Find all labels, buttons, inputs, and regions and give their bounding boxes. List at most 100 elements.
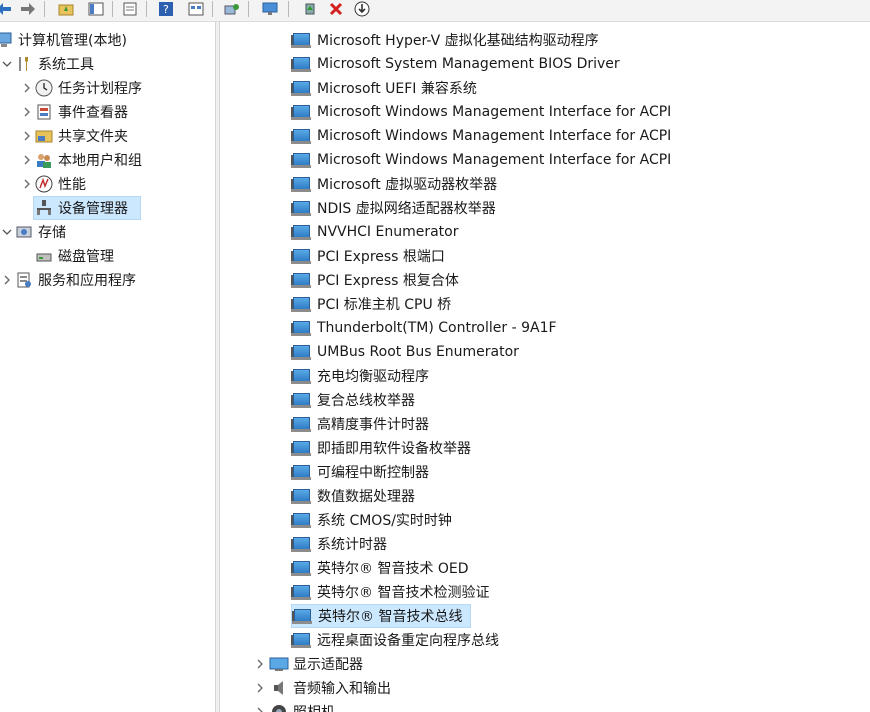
device-item[interactable]: Microsoft UEFI 兼容系统 <box>291 76 477 100</box>
monitor-icon[interactable] <box>260 0 280 18</box>
update-driver-icon[interactable] <box>300 0 320 18</box>
tree-item-storage[interactable]: 存储 <box>0 220 66 244</box>
device-label: 系统计时器 <box>317 537 387 553</box>
back-arrow-icon[interactable] <box>0 0 14 18</box>
tree-item-event-viewer[interactable]: 事件查看器 <box>20 100 128 124</box>
tree-item-task-scheduler[interactable]: 任务计划程序 <box>20 76 142 100</box>
device-item[interactable]: 系统 CMOS/实时时钟 <box>291 508 452 532</box>
users-icon <box>34 150 54 170</box>
tree-item-computer-management[interactable]: 计算机管理(本地) <box>0 28 127 52</box>
device-item[interactable]: 远程桌面设备重定向程序总线 <box>291 628 499 652</box>
device-label: NVVHCI Enumerator <box>317 224 459 240</box>
device-item[interactable]: 充电均衡驱动程序 <box>291 364 429 388</box>
category-cameras[interactable]: 照相机 <box>253 700 335 712</box>
system-device-icon <box>291 199 311 217</box>
device-label: Microsoft 虚拟驱动器枚举器 <box>317 177 498 193</box>
device-label: UMBus Root Bus Enumerator <box>317 344 519 360</box>
shared-folder-icon <box>34 126 54 146</box>
tree-label: 性能 <box>58 177 86 193</box>
chevron-right-icon[interactable] <box>0 268 14 292</box>
chevron-right-icon[interactable] <box>20 148 34 172</box>
device-label: 即插即用软件设备枚举器 <box>317 441 471 457</box>
performance-icon <box>34 174 54 194</box>
device-label: Microsoft Windows Management Interface f… <box>317 152 672 168</box>
device-label: 系统 CMOS/实时时钟 <box>317 513 452 529</box>
uninstall-x-icon[interactable] <box>326 0 346 18</box>
chevron-right-icon[interactable] <box>20 76 34 100</box>
system-device-icon <box>291 463 311 481</box>
device-item[interactable]: Microsoft System Management BIOS Driver <box>291 52 620 76</box>
tree-item-system-tools[interactable]: 系统工具 <box>0 52 94 76</box>
device-manager-icon <box>34 198 54 218</box>
system-device-icon <box>291 127 311 145</box>
tree-item-services-apps[interactable]: 服务和应用程序 <box>0 268 136 292</box>
device-item[interactable]: PCI Express 根复合体 <box>291 268 459 292</box>
device-item[interactable]: Microsoft Windows Management Interface f… <box>291 100 671 124</box>
chevron-right-icon[interactable] <box>253 676 267 700</box>
device-item[interactable]: PCI 标准主机 CPU 桥 <box>291 292 451 316</box>
category-audio-io[interactable]: 音频输入和输出 <box>253 676 391 700</box>
device-item[interactable]: 系统计时器 <box>291 532 387 556</box>
storage-icon <box>14 222 34 242</box>
tree-item-shared-folders[interactable]: 共享文件夹 <box>20 124 128 148</box>
device-item[interactable]: Microsoft Hyper-V 虚拟化基础结构驱动程序 <box>291 28 599 52</box>
device-item[interactable]: 英特尔® 智音技术检测验证 <box>291 580 489 604</box>
device-item[interactable]: 可编程中断控制器 <box>291 460 429 484</box>
chevron-right-icon[interactable] <box>253 652 267 676</box>
tree-label: 设备管理器 <box>58 201 128 217</box>
services-icon <box>14 270 34 290</box>
up-folder-icon[interactable] <box>56 0 76 18</box>
system-device-icon <box>291 415 311 433</box>
device-label: 高精度事件计时器 <box>317 417 429 433</box>
computer-icon <box>0 30 14 50</box>
system-device-icon <box>291 319 311 337</box>
device-label: 充电均衡驱动程序 <box>317 369 429 385</box>
device-item[interactable]: 复合总线枚举器 <box>291 388 415 412</box>
tree-item-device-manager[interactable]: 设备管理器 <box>33 196 141 220</box>
pane-splitter[interactable] <box>216 22 220 712</box>
system-device-icon <box>291 583 311 601</box>
chevron-right-icon[interactable] <box>20 100 34 124</box>
chevron-right-icon[interactable] <box>253 700 267 712</box>
show-hide-tree-icon[interactable] <box>86 0 106 18</box>
tree-label: 系统工具 <box>38 57 94 73</box>
category-display-adapters[interactable]: 显示适配器 <box>253 652 363 676</box>
system-device-icon <box>291 79 311 97</box>
category-label: 音频输入和输出 <box>293 681 391 697</box>
device-item[interactable]: Thunderbolt(TM) Controller - 9A1F <box>291 316 557 340</box>
system-device-icon <box>291 223 311 241</box>
device-item[interactable]: NDIS 虚拟网络适配器枚举器 <box>291 196 496 220</box>
device-item[interactable]: 英特尔® 智音技术 OED <box>291 556 469 580</box>
chevron-down-icon[interactable] <box>0 52 14 76</box>
device-item[interactable]: 即插即用软件设备枚举器 <box>291 436 471 460</box>
chevron-right-icon[interactable] <box>20 124 34 148</box>
chevron-right-icon[interactable] <box>20 172 34 196</box>
tree-item-disk-management[interactable]: 磁盘管理 <box>34 244 114 268</box>
scan-hardware-icon[interactable] <box>222 0 242 18</box>
device-item[interactable]: 英特尔® 智音技术总线 <box>291 604 471 628</box>
system-device-icon <box>291 31 311 49</box>
svg-text:?: ? <box>163 3 169 16</box>
properties-icon[interactable] <box>120 0 140 18</box>
view-icon[interactable] <box>186 0 206 18</box>
forward-arrow-icon[interactable] <box>18 0 38 18</box>
device-item[interactable]: Microsoft Windows Management Interface f… <box>291 124 671 148</box>
device-item[interactable]: 数值数据处理器 <box>291 484 415 508</box>
device-item[interactable]: 高精度事件计时器 <box>291 412 429 436</box>
download-circle-icon[interactable] <box>352 0 372 18</box>
device-item[interactable]: Microsoft 虚拟驱动器枚举器 <box>291 172 497 196</box>
chevron-down-icon[interactable] <box>0 220 14 244</box>
device-item[interactable]: NVVHCI Enumerator <box>291 220 459 244</box>
device-item[interactable]: Microsoft Windows Management Interface f… <box>291 148 671 172</box>
system-device-icon <box>291 631 311 649</box>
camera-icon <box>269 702 289 712</box>
device-label: Microsoft Hyper-V 虚拟化基础结构驱动程序 <box>317 33 599 49</box>
tree-item-local-users[interactable]: 本地用户和组 <box>20 148 142 172</box>
event-log-icon <box>34 102 54 122</box>
category-label: 照相机 <box>293 702 335 712</box>
help-icon[interactable]: ? <box>156 0 176 18</box>
device-item[interactable]: PCI Express 根端口 <box>291 244 445 268</box>
device-item[interactable]: UMBus Root Bus Enumerator <box>291 340 519 364</box>
system-device-icon <box>291 247 311 265</box>
tree-item-performance[interactable]: 性能 <box>20 172 86 196</box>
